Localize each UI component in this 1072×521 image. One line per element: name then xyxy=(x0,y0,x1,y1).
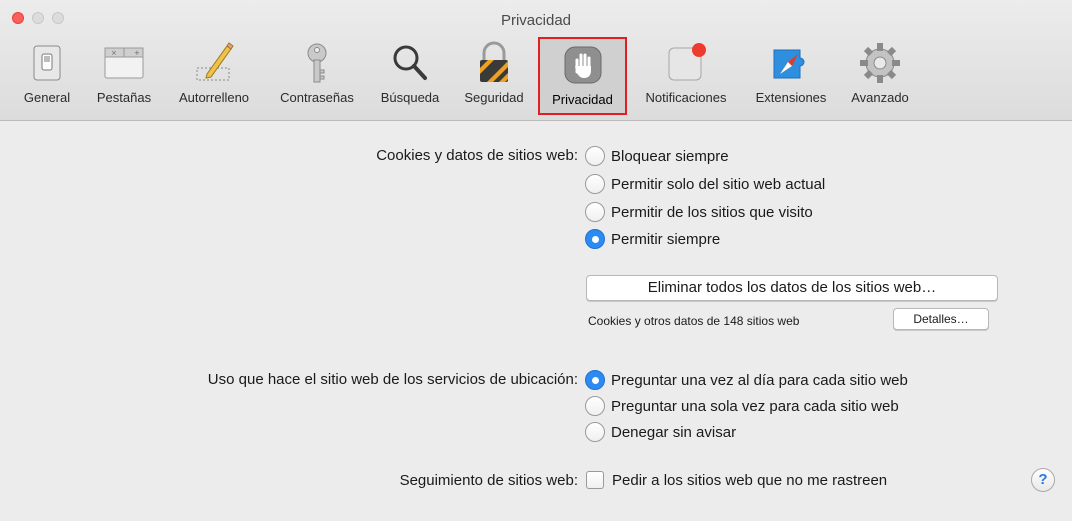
tab-label: Autorrelleno xyxy=(178,90,250,105)
tab-seguridad[interactable]: Seguridad xyxy=(454,40,534,114)
tab-avanzado[interactable]: Avanzado xyxy=(842,40,918,114)
tab-general[interactable]: General xyxy=(14,40,80,114)
radio-button[interactable] xyxy=(585,146,605,166)
notification-icon xyxy=(668,43,706,81)
tab-label: General xyxy=(23,90,71,105)
tab-label: Seguridad xyxy=(464,90,524,105)
tracking-label: Seguimiento de sitios web: xyxy=(399,472,578,489)
gear-icon xyxy=(860,43,900,83)
tab-label: Extensiones xyxy=(755,90,827,105)
magnifier-icon xyxy=(393,45,427,80)
radio-label: Preguntar una vez al día para cada sitio… xyxy=(611,371,908,389)
radio-cookies-always[interactable]: Permitir siempre xyxy=(585,229,720,249)
radio-button[interactable] xyxy=(585,229,605,249)
radio-location-once-a-day[interactable]: Preguntar una vez al día para cada sitio… xyxy=(585,370,908,390)
hand-icon xyxy=(564,46,601,84)
radio-button[interactable] xyxy=(585,396,605,416)
checkbox[interactable] xyxy=(586,471,604,489)
tab-label: Contraseñas xyxy=(280,90,354,105)
help-button[interactable]: ? xyxy=(1031,468,1055,492)
cookies-summary: Cookies y otros datos de 148 sitios web xyxy=(588,314,800,328)
radio-location-once[interactable]: Preguntar una sola vez para cada sitio w… xyxy=(585,396,899,416)
radio-label: Permitir solo del sitio web actual xyxy=(611,175,826,193)
window-title: Privacidad xyxy=(500,12,572,29)
tab-extensiones[interactable]: Extensiones xyxy=(742,40,840,114)
lock-icon xyxy=(480,41,508,82)
radio-cookies-current-site[interactable]: Permitir solo del sitio web actual xyxy=(585,174,825,194)
radio-label: Permitir siempre xyxy=(611,230,721,248)
radio-cookies-block[interactable]: Bloquear siempre xyxy=(585,146,729,166)
general-switch-icon xyxy=(33,45,61,81)
radio-button[interactable] xyxy=(585,422,605,442)
radio-button[interactable] xyxy=(585,370,605,390)
tab-notificaciones[interactable]: Notificaciones xyxy=(632,40,740,114)
tabs-icon: × + xyxy=(104,47,144,79)
remove-website-data-button[interactable]: Eliminar todos los datos de los sitios w… xyxy=(586,275,998,301)
radio-label: Permitir de los sitios que visito xyxy=(611,203,813,221)
svg-text:×: × xyxy=(111,49,117,57)
location-label: Uso que hace el sitio web de los servici… xyxy=(207,371,578,388)
do-not-track-checkbox[interactable]: Pedir a los sitios web que no me rastree… xyxy=(586,471,887,489)
svg-text:+: + xyxy=(134,49,140,57)
tab-label: Avanzado xyxy=(851,90,909,105)
radio-cookies-visited-sites[interactable]: Permitir de los sitios que visito xyxy=(585,202,813,222)
details-button[interactable]: Detalles… xyxy=(893,308,989,330)
radio-button[interactable] xyxy=(585,202,605,222)
radio-location-deny[interactable]: Denegar sin avisar xyxy=(585,422,736,442)
tab-pestanas[interactable]: × + Pestañas xyxy=(86,40,162,114)
cookies-label: Cookies y datos de sitios web: xyxy=(376,147,578,164)
puzzle-compass-icon xyxy=(773,49,805,79)
checkbox-label: Pedir a los sitios web que no me rastree… xyxy=(612,471,888,489)
tab-busqueda[interactable]: Búsqueda xyxy=(370,40,450,114)
tab-privacidad[interactable]: Privacidad xyxy=(538,37,627,115)
preferences-window: Privacidad General × + Pestañas Autorrel… xyxy=(0,0,1072,521)
pencil-icon xyxy=(196,42,234,81)
radio-button[interactable] xyxy=(585,174,605,194)
radio-label: Denegar sin avisar xyxy=(611,423,737,441)
privacy-pane: Cookies y datos de sitios web: Bloquear … xyxy=(0,122,1072,521)
tab-autorrelleno[interactable]: Autorrelleno xyxy=(166,40,262,114)
radio-label: Preguntar una sola vez para cada sitio w… xyxy=(611,397,899,415)
key-icon xyxy=(307,43,327,83)
tab-label: Notificaciones xyxy=(645,90,727,105)
tab-contrasenas[interactable]: Contraseñas xyxy=(266,40,368,114)
radio-label: Bloquear siempre xyxy=(611,147,729,165)
tab-label: Pestañas xyxy=(96,90,152,105)
title-bar: Privacidad General × + Pestañas Autorrel… xyxy=(0,0,1072,121)
tab-label: Búsqueda xyxy=(380,90,440,105)
tab-label: Privacidad xyxy=(552,92,613,107)
